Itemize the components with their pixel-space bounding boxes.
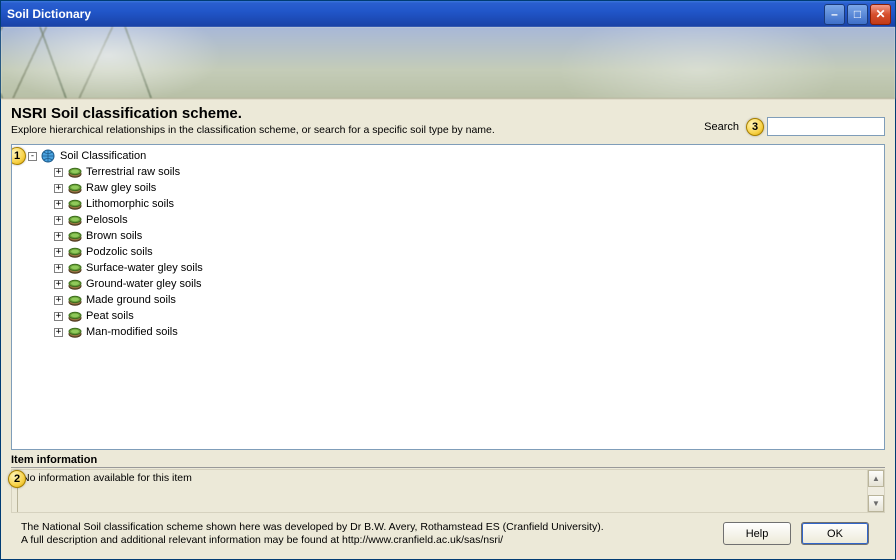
scroll-down-icon[interactable]: ▼ xyxy=(868,495,884,512)
tree-node-label: Man-modified soils xyxy=(86,326,178,338)
soil-layer-icon xyxy=(67,213,83,227)
footer-line-2: A full description and additional releva… xyxy=(21,534,713,547)
tree-node-label: Raw gley soils xyxy=(86,182,156,194)
scroll-track[interactable] xyxy=(868,487,884,495)
tree-node-label: Terrestrial raw soils xyxy=(86,166,180,178)
maximize-button[interactable]: □ xyxy=(847,4,868,25)
search-label: Search xyxy=(704,121,739,133)
tree-root-label: Soil Classification xyxy=(60,150,146,162)
expand-icon[interactable]: + xyxy=(54,200,63,209)
content-area: NSRI Soil classification scheme. Explore… xyxy=(1,99,895,559)
soil-layer-icon xyxy=(67,277,83,291)
tree-node-label: Pelosols xyxy=(86,214,128,226)
soil-layer-icon xyxy=(67,197,83,211)
tree-node[interactable]: + Made ground soils xyxy=(54,292,880,308)
tree-node[interactable]: + Peat soils xyxy=(54,308,880,324)
soil-layer-icon xyxy=(67,325,83,339)
expand-icon[interactable]: + xyxy=(54,248,63,257)
item-information-heading: Item information xyxy=(11,454,885,468)
expand-icon[interactable]: + xyxy=(54,296,63,305)
footer-line-1: The National Soil classification scheme … xyxy=(21,521,713,534)
tree-node[interactable]: + Pelosols xyxy=(54,212,880,228)
soil-layer-icon xyxy=(67,165,83,179)
close-button[interactable]: ✕ xyxy=(870,4,891,25)
help-button[interactable]: Help xyxy=(723,522,791,545)
info-scrollbar[interactable]: ▲ ▼ xyxy=(867,470,884,512)
header-row: NSRI Soil classification scheme. Explore… xyxy=(11,105,885,136)
tree-node[interactable]: + Podzolic soils xyxy=(54,244,880,260)
header-banner-image xyxy=(1,27,895,99)
callout-2: 2 xyxy=(8,470,26,488)
soil-layer-icon xyxy=(67,261,83,275)
collapse-icon[interactable]: - xyxy=(28,152,37,161)
callout-1: 1 xyxy=(11,147,26,165)
footer-text: The National Soil classification scheme … xyxy=(21,521,713,547)
item-information-section: Item information 2 No information availa… xyxy=(11,454,885,513)
tree-node-label: Podzolic soils xyxy=(86,246,153,258)
expand-icon[interactable]: + xyxy=(54,328,63,337)
tree-node[interactable]: + Brown soils xyxy=(54,228,880,244)
minimize-button[interactable]: – xyxy=(824,4,845,25)
window-title: Soil Dictionary xyxy=(7,7,822,21)
callout-3: 3 xyxy=(746,118,764,136)
page-subtitle: Explore hierarchical relationships in th… xyxy=(11,124,704,136)
scroll-up-icon[interactable]: ▲ xyxy=(868,470,884,487)
search-input[interactable] xyxy=(767,117,885,136)
soil-layer-icon xyxy=(67,245,83,259)
expand-icon[interactable]: + xyxy=(54,232,63,241)
item-information-text: No information available for this item xyxy=(18,470,867,512)
tree-root-node[interactable]: - Soil Classification xyxy=(28,149,880,163)
expand-icon[interactable]: + xyxy=(54,216,63,225)
page-title: NSRI Soil classification scheme. xyxy=(11,105,704,122)
soil-layer-icon xyxy=(67,181,83,195)
expand-icon[interactable]: + xyxy=(54,168,63,177)
titlebar: Soil Dictionary – □ ✕ xyxy=(1,1,895,27)
ok-button[interactable]: OK xyxy=(801,522,869,545)
classification-tree[interactable]: 1 - Soil Classification + Terrestrial raw… xyxy=(11,144,885,450)
tree-node[interactable]: + Ground-water gley soils xyxy=(54,276,880,292)
tree-node-label: Ground-water gley soils xyxy=(86,278,202,290)
app-window: Soil Dictionary – □ ✕ NSRI Soil classifi… xyxy=(0,0,896,560)
expand-icon[interactable]: + xyxy=(54,264,63,273)
tree-node[interactable]: + Surface-water gley soils xyxy=(54,260,880,276)
expand-icon[interactable]: + xyxy=(54,280,63,289)
expand-icon[interactable]: + xyxy=(54,312,63,321)
tree-node[interactable]: + Raw gley soils xyxy=(54,180,880,196)
soil-layer-icon xyxy=(67,229,83,243)
tree-node-label: Lithomorphic soils xyxy=(86,198,174,210)
tree-node-label: Brown soils xyxy=(86,230,142,242)
tree-node[interactable]: + Lithomorphic soils xyxy=(54,196,880,212)
globe-icon xyxy=(41,149,57,163)
tree-node[interactable]: + Terrestrial raw soils xyxy=(54,164,880,180)
tree-node-label: Made ground soils xyxy=(86,294,176,306)
soil-layer-icon xyxy=(67,293,83,307)
soil-layer-icon xyxy=(67,309,83,323)
tree-node-label: Peat soils xyxy=(86,310,134,322)
footer: The National Soil classification scheme … xyxy=(11,513,885,559)
tree-node[interactable]: + Man-modified soils xyxy=(54,324,880,340)
tree-node-label: Surface-water gley soils xyxy=(86,262,203,274)
expand-icon[interactable]: + xyxy=(54,184,63,193)
